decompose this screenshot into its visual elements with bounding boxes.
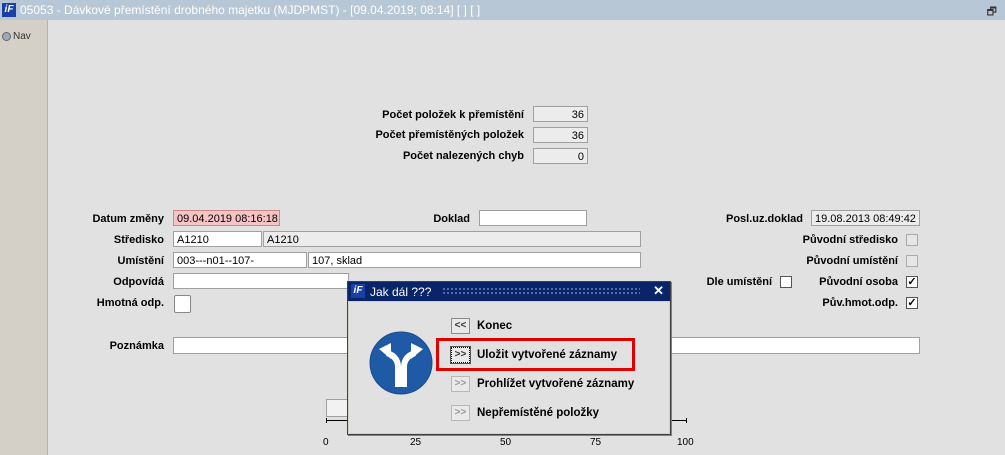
note-label: Poznámka bbox=[109, 340, 164, 352]
original-cost-center-checkbox bbox=[906, 234, 918, 246]
original-location-checkbox bbox=[906, 255, 918, 267]
material-responsibility-checkbox[interactable] bbox=[174, 295, 191, 313]
cost-center-label: Středisko bbox=[113, 234, 164, 246]
nav-button[interactable]: Nav bbox=[2, 31, 31, 42]
dialog-title: Jak dál ??? bbox=[370, 285, 432, 299]
change-date-field[interactable]: 09.04.2019 08:16:18 bbox=[173, 210, 280, 226]
scale-label-50: 50 bbox=[500, 437, 512, 448]
material-responsibility-label: Hmotná odp. bbox=[96, 297, 164, 309]
nav-radio-icon bbox=[2, 31, 11, 41]
to-move-count-label: Počet položek k přemístění bbox=[382, 109, 524, 121]
nav-label: Nav bbox=[13, 31, 31, 42]
unmoved-items-button[interactable]: >> bbox=[451, 405, 470, 421]
browse-records-button[interactable]: >> bbox=[451, 376, 470, 392]
original-person-label: Původní osoba bbox=[819, 276, 898, 288]
location-name-field[interactable]: 107, sklad bbox=[308, 252, 641, 268]
scale-label-25: 25 bbox=[410, 437, 422, 448]
document-field[interactable] bbox=[479, 210, 587, 226]
by-location-label: Dle umístění bbox=[706, 276, 772, 288]
original-location-label: Původní umístění bbox=[806, 255, 898, 267]
dialog-title-bar: iF Jak dál ??? ✕ bbox=[348, 282, 670, 301]
note-field-left[interactable] bbox=[173, 337, 348, 354]
note-field-right[interactable] bbox=[669, 337, 920, 354]
moved-count-label: Počet přemístěných položek bbox=[375, 129, 524, 141]
progress-bar bbox=[326, 399, 348, 417]
app-logo-icon: iF bbox=[2, 3, 16, 17]
error-count-label: Počet nalezených chyb bbox=[402, 150, 524, 162]
cost-center-name-field: A1210 bbox=[263, 231, 641, 247]
window-title-bar: iF 05053 - Dávkové přemístění drobného m… bbox=[0, 0, 1005, 21]
unmoved-items-label[interactable]: Nepřemístěné položky bbox=[477, 407, 599, 419]
original-person-checkbox[interactable]: ✓ bbox=[906, 276, 918, 288]
location-code-field[interactable]: 003---n01--107- bbox=[173, 252, 307, 268]
scale-tick bbox=[686, 418, 687, 423]
last-doc-label: Posl.uz.doklad bbox=[725, 213, 803, 225]
cost-center-code-field[interactable]: A1210 bbox=[173, 231, 262, 247]
dialog-close-icon[interactable]: ✕ bbox=[653, 283, 664, 299]
original-material-responsibility-label: Pův.hmot.odp. bbox=[822, 297, 898, 309]
exit-button[interactable]: << bbox=[451, 318, 470, 334]
dialog-title-pattern bbox=[442, 287, 640, 296]
scale-label-100: 100 bbox=[677, 437, 694, 448]
browse-records-label[interactable]: Prohlížet vytvořené záznamy bbox=[477, 378, 634, 390]
responsible-label: Odpovídá bbox=[113, 276, 164, 288]
change-date-label: Datum změny bbox=[92, 213, 164, 225]
window-title: 05053 - Dávkové přemístění drobného maje… bbox=[20, 3, 481, 17]
original-material-responsibility-checkbox[interactable]: ✓ bbox=[906, 297, 918, 309]
original-cost-center-label: Původní středisko bbox=[802, 234, 898, 246]
to-move-count-field: 36 bbox=[533, 106, 588, 122]
scale-tick bbox=[326, 418, 327, 423]
scale-label-75: 75 bbox=[590, 437, 602, 448]
moved-count-field: 36 bbox=[533, 127, 588, 143]
split-direction-arrow-icon bbox=[369, 331, 433, 395]
exit-label[interactable]: Konec bbox=[477, 320, 512, 332]
scale-label-0: 0 bbox=[323, 437, 329, 448]
responsible-field[interactable] bbox=[173, 273, 349, 289]
last-doc-field: 19.08.2013 08:49:42 bbox=[811, 210, 920, 226]
dialog-logo-icon: iF bbox=[351, 284, 365, 298]
location-label: Umístění bbox=[117, 255, 164, 267]
save-option-highlight bbox=[436, 338, 635, 371]
left-navigation-strip bbox=[0, 20, 48, 455]
error-count-field: 0 bbox=[533, 148, 588, 164]
document-label: Doklad bbox=[433, 213, 470, 225]
